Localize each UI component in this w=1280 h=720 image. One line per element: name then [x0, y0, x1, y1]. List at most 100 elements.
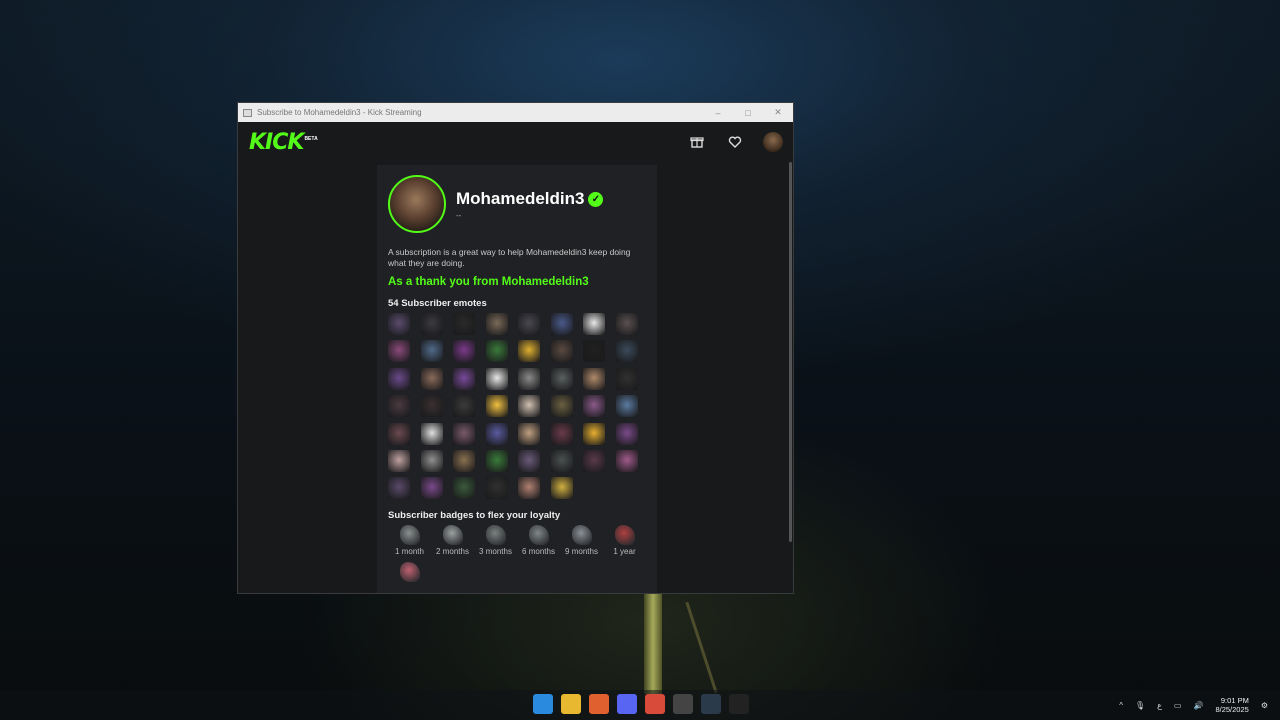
microphone-icon[interactable]: 🎙 — [1135, 701, 1145, 710]
emote-51[interactable] — [453, 477, 475, 500]
emote-10[interactable] — [420, 340, 443, 363]
badges-list: 1 month 2 months 3 months 6 months 9 months 1… — [388, 525, 648, 590]
emote-23[interactable] — [583, 367, 605, 390]
emote-22[interactable] — [550, 367, 573, 390]
emote-32[interactable] — [615, 395, 638, 418]
emote-6[interactable] — [550, 313, 573, 335]
emote-47[interactable] — [583, 449, 605, 472]
window-app-icon — [243, 108, 252, 117]
volume-icon[interactable]: 🔊 — [1193, 701, 1203, 710]
emote-2[interactable] — [420, 313, 443, 335]
channel-profile: Mohamedeldin3 ✓ -- — [388, 175, 604, 233]
badge-image — [442, 525, 463, 545]
emote-28[interactable] — [485, 395, 508, 418]
emotes-grid — [388, 313, 648, 500]
emote-41[interactable] — [388, 449, 410, 472]
emote-18[interactable] — [420, 367, 443, 390]
emote-33[interactable] — [388, 422, 410, 445]
browser-window: Subscribe to Mohamedeldin3 - Kick Stream… — [237, 102, 794, 594]
emote-7[interactable] — [583, 313, 605, 335]
emote-11[interactable] — [453, 340, 475, 363]
badge-item[interactable]: 2 months — [431, 525, 474, 556]
emote-31[interactable] — [583, 395, 605, 418]
logo-text: KICK — [249, 129, 304, 155]
badge-item[interactable]: 1 month — [388, 525, 431, 556]
emote-15[interactable] — [583, 340, 605, 363]
badge-item[interactable]: 9 months — [560, 525, 603, 556]
emote-17[interactable] — [388, 367, 410, 390]
badge-item[interactable] — [388, 562, 431, 584]
emote-37[interactable] — [518, 422, 540, 445]
minimize-button[interactable]: – — [703, 108, 733, 118]
scrollbar[interactable] — [789, 162, 792, 542]
file-explorer-icon[interactable] — [561, 694, 581, 714]
tray-chevron-icon[interactable]: ^ — [1119, 701, 1123, 710]
emote-43[interactable] — [453, 449, 475, 472]
window-titlebar[interactable]: Subscribe to Mohamedeldin3 - Kick Stream… — [238, 103, 793, 122]
emote-54[interactable] — [550, 477, 573, 500]
clock[interactable]: 9:01 PM 8/25/2025 — [1215, 696, 1248, 714]
badge-item[interactable]: 6 months — [517, 525, 560, 556]
emote-20[interactable] — [485, 367, 508, 390]
emote-49[interactable] — [388, 477, 410, 500]
emote-5[interactable] — [518, 313, 540, 335]
epic-games-icon[interactable] — [729, 694, 749, 714]
gift-icon[interactable] — [687, 130, 707, 154]
emote-42[interactable] — [420, 449, 443, 472]
emote-14[interactable] — [550, 340, 573, 363]
emote-24[interactable] — [615, 367, 638, 390]
heart-icon[interactable] — [725, 130, 745, 154]
windows-start-icon[interactable] — [533, 694, 553, 714]
emote-35[interactable] — [453, 422, 475, 445]
emote-30[interactable] — [550, 395, 573, 418]
emote-52[interactable] — [485, 477, 508, 500]
emote-50[interactable] — [420, 477, 443, 500]
emote-34[interactable] — [420, 422, 443, 445]
emote-25[interactable] — [388, 395, 410, 418]
badge-item[interactable]: 1 year — [603, 525, 646, 556]
emote-3[interactable] — [453, 313, 475, 335]
emote-29[interactable] — [518, 395, 540, 418]
emote-13[interactable] — [518, 340, 540, 363]
emote-8[interactable] — [615, 313, 638, 335]
emote-19[interactable] — [453, 367, 475, 390]
discord-icon[interactable] — [617, 694, 637, 714]
obs-icon[interactable] — [673, 694, 693, 714]
emote-1[interactable] — [388, 313, 410, 335]
emote-16[interactable] — [615, 340, 638, 363]
emote-53[interactable] — [518, 477, 540, 500]
language-indicator[interactable]: ع — [1157, 701, 1162, 710]
steam-icon[interactable] — [701, 694, 721, 714]
channel-avatar[interactable] — [388, 175, 446, 233]
emote-39[interactable] — [583, 422, 605, 445]
badge-item[interactable]: 3 months — [474, 525, 517, 556]
emote-44[interactable] — [485, 449, 508, 472]
emote-27[interactable] — [453, 395, 475, 418]
badge-image — [399, 562, 420, 582]
maximize-button[interactable]: □ — [733, 108, 763, 118]
emote-45[interactable] — [518, 449, 540, 472]
badge-label: 2 months — [436, 547, 469, 556]
clock-time: 9:01 PM — [1220, 696, 1249, 705]
close-button[interactable]: ✕ — [763, 107, 793, 118]
kick-logo[interactable]: KICKBETA — [238, 130, 318, 155]
emote-9[interactable] — [388, 340, 410, 363]
emote-36[interactable] — [485, 422, 508, 445]
emote-48[interactable] — [615, 449, 638, 472]
emote-4[interactable] — [485, 313, 508, 335]
window-title: Subscribe to Mohamedeldin3 - Kick Stream… — [257, 108, 422, 117]
user-avatar[interactable] — [763, 132, 783, 152]
channel-name[interactable]: Mohamedeldin3 — [456, 189, 584, 208]
emote-26[interactable] — [420, 395, 443, 418]
emotes-title: 54 Subscriber emotes — [388, 298, 487, 309]
notification-icon[interactable]: ⚙ — [1261, 701, 1268, 710]
emote-40[interactable] — [615, 422, 638, 445]
network-icon[interactable]: ▭ — [1174, 701, 1182, 710]
chrome-icon[interactable] — [645, 694, 665, 714]
verified-icon: ✓ — [588, 191, 604, 207]
emote-21[interactable] — [518, 367, 540, 390]
emote-12[interactable] — [485, 340, 508, 363]
emote-46[interactable] — [550, 449, 573, 472]
artstation-icon[interactable] — [589, 694, 609, 714]
emote-38[interactable] — [550, 422, 573, 445]
